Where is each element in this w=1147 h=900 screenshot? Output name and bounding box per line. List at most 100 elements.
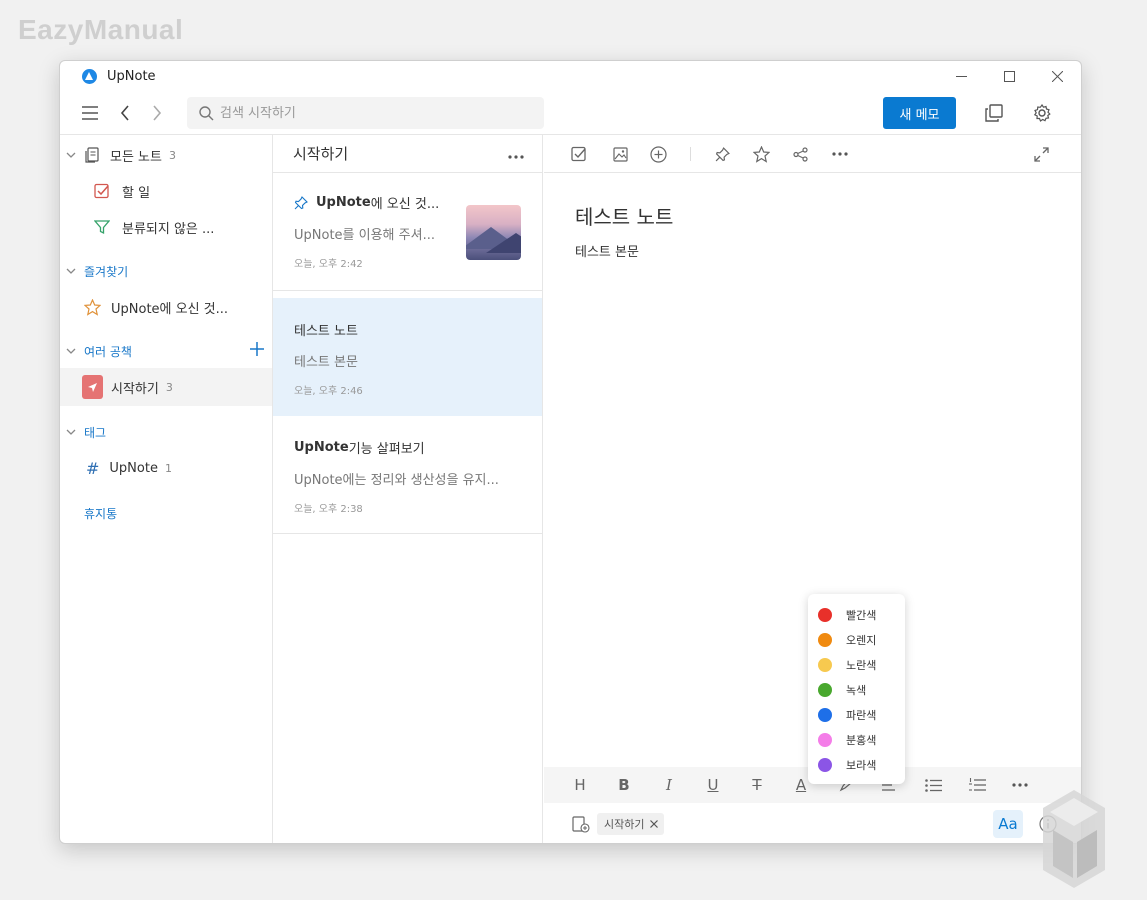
insert-button[interactable] [646, 142, 670, 166]
note-list-header: 시작하기 [273, 135, 542, 173]
heading-button[interactable]: H [568, 773, 592, 797]
color-swatch [818, 707, 832, 722]
share-button[interactable] [788, 142, 812, 166]
more-options-button[interactable] [508, 145, 524, 163]
color-option-green[interactable]: 녹색 [808, 677, 905, 702]
sidebar-item-uncategorized[interactable]: 분류되지 않은 ... [60, 209, 272, 245]
add-notebook-button[interactable] [250, 342, 264, 359]
back-button[interactable] [113, 101, 137, 125]
chevron-down-icon[interactable] [66, 427, 76, 437]
bullet-list-button[interactable] [921, 773, 945, 797]
chevron-down-icon[interactable] [66, 150, 76, 160]
strikethrough-button[interactable]: T [745, 773, 769, 797]
note-editor-body[interactable]: 테스트 본문 [575, 241, 639, 260]
new-window-button[interactable] [982, 101, 1006, 125]
insert-checklist-button[interactable] [567, 142, 591, 166]
maximize-icon [1003, 70, 1015, 82]
more-icon [832, 152, 848, 156]
menu-button[interactable] [78, 101, 102, 125]
sidebar-item-label: 할 일 [122, 185, 151, 201]
watermark: EazyManual [18, 14, 184, 45]
color-label: 빨간색 [846, 608, 877, 622]
editor-toolbar [544, 135, 1081, 173]
sidebar-item-label: 모든 노트 [110, 149, 162, 165]
maximize-button[interactable] [985, 61, 1033, 91]
note-count: 1 [164, 461, 172, 475]
plus-circle-icon [649, 145, 667, 163]
color-swatch [818, 607, 832, 622]
color-option-pink[interactable]: 분홍색 [808, 727, 905, 752]
numbered-list-button[interactable] [965, 773, 989, 797]
note-editor-title[interactable]: 테스트 노트 [575, 201, 673, 230]
color-label: 보라색 [846, 758, 877, 772]
settings-button[interactable] [1030, 101, 1054, 125]
filter-icon [94, 220, 110, 235]
italic-button[interactable]: I [657, 773, 681, 797]
sidebar-item-notebook[interactable]: 시작하기 3 [60, 368, 272, 406]
editor-bottom-bar: 시작하기 Aa [544, 803, 1081, 843]
note-list-panel: 시작하기 UpNote 에 오신 것... UpNote를 이용해 주셔... 오… [273, 135, 543, 843]
color-option-yellow[interactable]: 노란색 [808, 652, 905, 677]
color-option-orange[interactable]: 오렌지 [808, 627, 905, 652]
copy-window-icon [985, 104, 1003, 122]
underline-button[interactable]: U [701, 773, 725, 797]
sidebar-item-label: 분류되지 않은 ... [122, 221, 215, 237]
notebook-chip[interactable]: 시작하기 [597, 813, 665, 835]
pin-icon [715, 146, 730, 161]
bold-button[interactable]: B [612, 773, 636, 797]
color-swatch [818, 732, 832, 747]
sidebar-item-label: UpNote [109, 460, 158, 476]
sidebar-item-favorite[interactable]: UpNote에 오신 것... [60, 289, 272, 325]
sidebar-item-todo[interactable]: 할 일 [60, 173, 272, 209]
insert-image-button[interactable] [608, 142, 632, 166]
note-card-selected[interactable]: 테스트 노트 테스트 본문 오늘, 오후 2:46 [273, 298, 542, 416]
remove-chip-button[interactable] [650, 818, 659, 831]
forward-button[interactable] [145, 101, 169, 125]
sidebar-item-trash[interactable]: 휴지통 [60, 495, 272, 531]
section-tags[interactable]: 태그 [60, 414, 272, 450]
minimize-button[interactable] [937, 61, 985, 91]
gear-icon [1033, 104, 1051, 122]
minimize-icon [955, 75, 967, 77]
color-swatch [818, 682, 832, 697]
close-button[interactable] [1033, 61, 1081, 91]
color-option-blue[interactable]: 파란색 [808, 702, 905, 727]
chevron-right-icon [153, 105, 162, 121]
section-label: 여러 공책 [84, 344, 132, 359]
chevron-down-icon[interactable] [66, 346, 76, 356]
search-box[interactable] [187, 97, 544, 129]
color-label: 오렌지 [846, 633, 877, 647]
more-options-button[interactable] [828, 142, 852, 166]
pin-button[interactable] [710, 142, 734, 166]
sidebar-item-all-notes[interactable]: 모든 노트 3 [60, 137, 272, 173]
search-input[interactable] [220, 105, 520, 121]
section-label: 태그 [84, 425, 107, 440]
window-title: UpNote [107, 68, 156, 84]
section-favorites[interactable]: 즐겨찾기 [60, 253, 272, 289]
text-style-button[interactable]: Aa [993, 810, 1023, 838]
color-option-red[interactable]: 빨간색 [808, 602, 905, 627]
new-memo-button[interactable]: 새 메모 [883, 97, 956, 129]
sidebar-item-tag[interactable]: # UpNote 1 [60, 450, 272, 486]
expand-icon [1033, 146, 1049, 162]
numbered-list-icon [968, 778, 986, 791]
chevron-down-icon[interactable] [66, 266, 76, 276]
star-icon [752, 145, 770, 163]
more-format-button[interactable] [1008, 773, 1032, 797]
favorite-button[interactable] [749, 142, 773, 166]
color-option-purple[interactable]: 보라색 [808, 752, 905, 777]
chip-label: 시작하기 [604, 818, 645, 831]
expand-button[interactable] [1029, 142, 1053, 166]
hamburger-icon [82, 106, 98, 120]
close-icon [1051, 70, 1063, 82]
add-notebook-to-note-button[interactable] [572, 816, 590, 837]
note-title: 테스트 노트 [294, 324, 358, 339]
note-card[interactable]: UpNote 에 오신 것... UpNote를 이용해 주셔... 오늘, 오후… [273, 173, 542, 291]
section-notebooks[interactable]: 여러 공책 [60, 333, 272, 369]
sidebar: 모든 노트 3 할 일 분류되지 않은 ... 즐겨찾기 UpNote에 오신 … [60, 135, 273, 843]
color-swatch [818, 757, 832, 772]
upnote-logo-icon [82, 68, 97, 84]
color-swatch [818, 632, 832, 647]
checkbox-icon [571, 146, 586, 162]
note-card[interactable]: UpNote 기능 살펴보기 UpNote에는 정리와 생산성을 유지... 오… [273, 416, 542, 534]
